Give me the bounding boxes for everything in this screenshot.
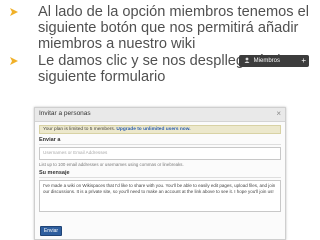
user-icon [244,56,250,63]
bullet-item: Al lado de la opción miembros tenemos el… [5,4,317,53]
upgrade-link[interactable]: Upgrade to unlimited users now. [116,127,190,132]
recipients-input[interactable]: Usernames or Email Addresses [39,147,281,160]
message-textarea[interactable]: I've made a wiki on Wikispaces that I'd … [39,180,281,212]
message-label: Su mensaje [39,170,281,178]
recipients-hint: List up to 100 email addresses or userna… [39,162,184,167]
members-button[interactable]: Miembros + [239,55,309,67]
arrow-bullet-icon [9,7,19,17]
bullet-text: Al lado de la opción miembros tenemos el… [38,4,309,53]
plan-notice: Your plan is limited to 5 members. Upgra… [39,125,281,134]
dialog-title: Invitar a personas [39,110,91,117]
plus-icon[interactable]: + [301,55,306,67]
slide-bullets: Al lado de la opción miembros tenemos el… [5,4,317,85]
dialog-header: Invitar a personas × [35,108,285,122]
invite-dialog: Invitar a personas × Your plan is limite… [34,107,286,240]
send-button[interactable]: Enviar [40,226,62,236]
notice-text: Your plan is limited to 5 members. [43,127,116,132]
arrow-bullet-icon [9,56,19,66]
members-label: Miembros [253,58,281,64]
invite-label: Enviar a [39,137,281,145]
close-icon[interactable]: × [276,109,281,118]
